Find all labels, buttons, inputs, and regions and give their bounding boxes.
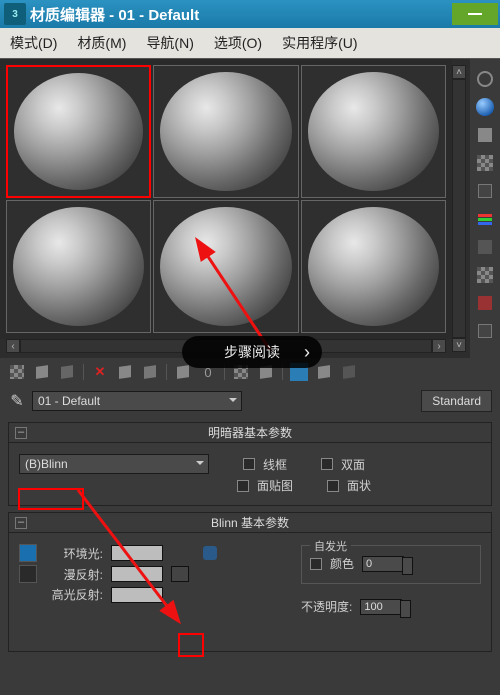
shader-type-value: (B)Blinn (25, 457, 68, 471)
put-to-scene-icon[interactable] (33, 363, 51, 381)
wireframe-label: 线框 (263, 456, 287, 473)
self-illum-color-label: 颜色 (330, 555, 354, 572)
ambient-swatch[interactable] (111, 545, 163, 561)
separator (166, 364, 167, 380)
sphere-preview-icon (14, 73, 143, 190)
rollout-collapse-icon[interactable]: – (15, 427, 27, 439)
specular-label: 高光反射: (45, 586, 103, 603)
blinn-basic-rollout: – Blinn 基本参数 环境光: 漫反射: 高光反射: (8, 512, 492, 652)
material-slot-1[interactable] (6, 65, 151, 198)
menu-material[interactable]: 材质(M) (67, 33, 136, 53)
menu-options[interactable]: 选项(O) (204, 33, 272, 53)
sphere-preview-icon (160, 72, 291, 191)
sample-type-icon[interactable] (475, 69, 495, 89)
rollout-header[interactable]: – 明暗器基本参数 (9, 423, 491, 443)
assign-icon[interactable] (58, 363, 76, 381)
material-slot-3[interactable] (301, 65, 446, 198)
slots-v-scrollbar[interactable]: ˄ ˅ (452, 65, 466, 352)
options-icon[interactable] (475, 265, 495, 285)
self-illum-color-checkbox[interactable] (310, 558, 322, 570)
main-menu-bar: 模式(D) 材质(M) 导航(N) 选项(O) 实用程序(U) (0, 28, 500, 58)
self-illum-spinner[interactable]: 0 (362, 556, 404, 572)
make-unique-icon[interactable] (141, 363, 159, 381)
menu-navigation[interactable]: 导航(N) (136, 33, 203, 53)
make-copy-icon[interactable] (116, 363, 134, 381)
separator (83, 364, 84, 380)
material-slot-4[interactable] (6, 200, 151, 333)
scroll-down-icon[interactable]: ˅ (452, 338, 466, 352)
minimize-button[interactable] (452, 3, 498, 25)
face-map-label: 面贴图 (257, 477, 293, 494)
sphere-preview-icon (308, 72, 439, 191)
rollout-title: Blinn 基本参数 (211, 514, 289, 531)
rollout-header[interactable]: – Blinn 基本参数 (9, 513, 491, 533)
ambient-lock-icon[interactable] (19, 544, 37, 562)
material-type-button[interactable]: Standard (421, 390, 492, 412)
material-slot-2[interactable] (153, 65, 298, 198)
scroll-left-icon[interactable]: ‹ (6, 339, 20, 353)
right-tool-strip (470, 59, 500, 358)
rollout-collapse-icon[interactable]: – (15, 517, 27, 529)
specular-swatch[interactable] (111, 587, 163, 603)
video-color-icon[interactable] (475, 209, 495, 229)
eyedropper-icon[interactable]: ✎ (8, 392, 26, 410)
scroll-track[interactable] (452, 79, 466, 338)
go-forward-icon[interactable] (315, 363, 333, 381)
faceted-checkbox[interactable] (327, 480, 339, 492)
reset-icon[interactable]: ✕ (91, 363, 109, 381)
opacity-label: 不透明度: (301, 598, 352, 615)
shader-type-combo[interactable]: (B)Blinn (19, 454, 209, 474)
faceted-label: 面状 (347, 477, 371, 494)
backlight-icon[interactable] (475, 125, 495, 145)
step-reading-badge[interactable]: 步骤阅读 (182, 336, 322, 368)
wireframe-checkbox[interactable] (243, 458, 255, 470)
material-name-text: 01 - Default (38, 394, 100, 408)
sphere-preview-icon (160, 207, 291, 326)
scroll-up-icon[interactable]: ˄ (452, 65, 466, 79)
diffuse-lock-icon[interactable] (19, 565, 37, 583)
rollout-title: 明暗器基本参数 (208, 424, 292, 441)
diffuse-label: 漫反射: (45, 566, 103, 583)
ambient-diffuse-lock-icon[interactable] (203, 546, 217, 560)
self-illum-group: 自发光 颜色 0 (301, 545, 481, 584)
step-reading-label: 步骤阅读 (224, 342, 280, 362)
preview-icon[interactable] (475, 237, 495, 257)
material-slot-6[interactable] (301, 200, 446, 333)
shader-basic-rollout: – 明暗器基本参数 (B)Blinn 线框 双面 面贴图 面状 (8, 422, 492, 506)
app-logo-icon: 3 (4, 3, 26, 25)
self-illum-legend: 自发光 (310, 538, 351, 554)
menu-utilities[interactable]: 实用程序(U) (272, 33, 367, 53)
material-slots (0, 59, 452, 339)
select-icon[interactable] (475, 293, 495, 313)
material-map-nav-icon[interactable] (475, 321, 495, 341)
get-material-icon[interactable] (8, 363, 26, 381)
ambient-label: 环境光: (45, 545, 103, 562)
window-title: 材质编辑器 - 01 - Default (30, 4, 452, 25)
sphere-preview-icon (13, 207, 144, 326)
material-name-combo[interactable]: 01 - Default (32, 391, 242, 411)
material-name-row: ✎ 01 - Default Standard (0, 386, 500, 416)
diffuse-swatch[interactable] (111, 566, 163, 582)
diffuse-map-button[interactable] (171, 566, 189, 582)
opacity-spinner[interactable]: 100 (360, 599, 402, 615)
sample-uv-icon[interactable] (475, 181, 495, 201)
window-titlebar: 3 材质编辑器 - 01 - Default (0, 0, 500, 28)
pick-from-object-icon[interactable] (340, 363, 358, 381)
sample-sphere-icon[interactable] (475, 97, 495, 117)
two-sided-checkbox[interactable] (321, 458, 333, 470)
sphere-preview-icon (308, 207, 439, 326)
material-slot-5[interactable] (153, 200, 298, 333)
background-icon[interactable] (475, 153, 495, 173)
face-map-checkbox[interactable] (237, 480, 249, 492)
two-sided-label: 双面 (341, 456, 365, 473)
menu-mode[interactable]: 模式(D) (0, 33, 67, 53)
scroll-right-icon[interactable]: › (432, 339, 446, 353)
